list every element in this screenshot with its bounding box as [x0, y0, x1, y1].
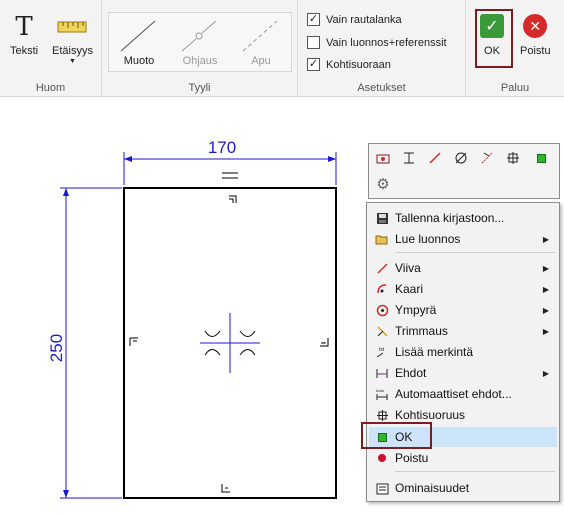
menu-item-arc-label: Kaari — [395, 282, 424, 296]
menu-item-arc[interactable]: Kaari ▶ — [369, 279, 557, 299]
ok-square-icon[interactable] — [533, 150, 549, 166]
save-icon — [369, 212, 395, 225]
menu-item-properties[interactable]: Ominaisuudet — [369, 478, 557, 498]
perpendicular-icon — [369, 409, 395, 422]
menu-item-auto-constraints-label: Automaattiset ehdot... — [395, 387, 512, 401]
circle-icon — [369, 304, 395, 317]
width-dimension-value: 170 — [208, 138, 236, 157]
menu-item-exit-label: Poistu — [395, 451, 429, 465]
constraints-icon — [369, 367, 395, 380]
menu-separator — [395, 252, 555, 253]
menu-item-trim-label: Trimmaus — [395, 324, 448, 338]
menu-item-properties-label: Ominaisuudet — [395, 481, 470, 495]
angle-tool-icon[interactable] — [479, 150, 495, 166]
menu-separator — [395, 471, 555, 472]
diameter-tool-icon[interactable] — [453, 150, 469, 166]
menu-item-exit[interactable]: Poistu — [369, 448, 557, 468]
menu-item-save-to-library-label: Tallenna kirjastoon... — [395, 211, 505, 225]
svg-text:txt: txt — [379, 347, 385, 353]
line-tool-icon[interactable] — [427, 150, 443, 166]
menu-item-auto-constraints[interactable]: Auto Automaattiset ehdot... — [369, 384, 557, 404]
menu-item-add-annotation[interactable]: txt Lisää merkintä — [369, 342, 557, 362]
trim-icon — [369, 325, 395, 338]
submenu-arrow-icon: ▶ — [542, 368, 549, 378]
height-dimension-value: 250 — [47, 334, 66, 362]
sketch-mini-toolbar: ⚙ — [368, 143, 560, 199]
submenu-arrow-icon: ▶ — [542, 326, 549, 336]
menu-item-line-label: Viiva — [395, 261, 421, 275]
menu-item-constraints[interactable]: Ehdot ▶ — [369, 363, 557, 383]
menu-ok-highlight — [361, 422, 432, 449]
height-dimension[interactable]: 250 — [47, 187, 122, 499]
menu-item-trim[interactable]: Trimmaus ▶ — [369, 321, 557, 341]
auto-constraints-icon: Auto — [369, 388, 395, 401]
svg-text:Auto: Auto — [376, 388, 385, 393]
dimension-tool-icon[interactable] — [401, 150, 417, 166]
submenu-arrow-icon: ▶ — [542, 234, 549, 244]
open-folder-icon — [369, 233, 395, 245]
rectangle-tool-icon[interactable] — [375, 150, 391, 166]
menu-item-save-to-library[interactable]: Tallenna kirjastoon... — [369, 208, 557, 228]
menu-item-add-annotation-label: Lisää merkintä — [395, 345, 474, 359]
submenu-arrow-icon: ▶ — [542, 305, 549, 315]
menu-item-circle-label: Ympyrä — [395, 303, 437, 317]
menu-item-constraints-label: Ehdot — [395, 366, 427, 380]
exit-dot-icon — [369, 454, 395, 462]
annotation-icon: txt — [369, 346, 395, 359]
menu-item-perpendicularity-label: Kohtisuoruus — [395, 408, 466, 422]
grid-tool-icon[interactable] — [505, 150, 521, 166]
menu-item-read-sketch-label: Lue luonnos — [395, 232, 461, 246]
gear-icon[interactable]: ⚙ — [375, 176, 391, 192]
submenu-arrow-icon: ▶ — [542, 284, 549, 294]
context-menu: Tallenna kirjastoon... Lue luonnos ▶ Vii… — [366, 202, 560, 502]
menu-item-read-sketch[interactable]: Lue luonnos ▶ — [369, 229, 557, 249]
menu-item-line[interactable]: Viiva ▶ — [369, 258, 557, 278]
arc-icon — [369, 283, 395, 296]
properties-icon — [369, 482, 395, 495]
submenu-arrow-icon: ▶ — [542, 263, 549, 273]
menu-item-circle[interactable]: Ympyrä ▶ — [369, 300, 557, 320]
line-icon — [369, 262, 395, 275]
